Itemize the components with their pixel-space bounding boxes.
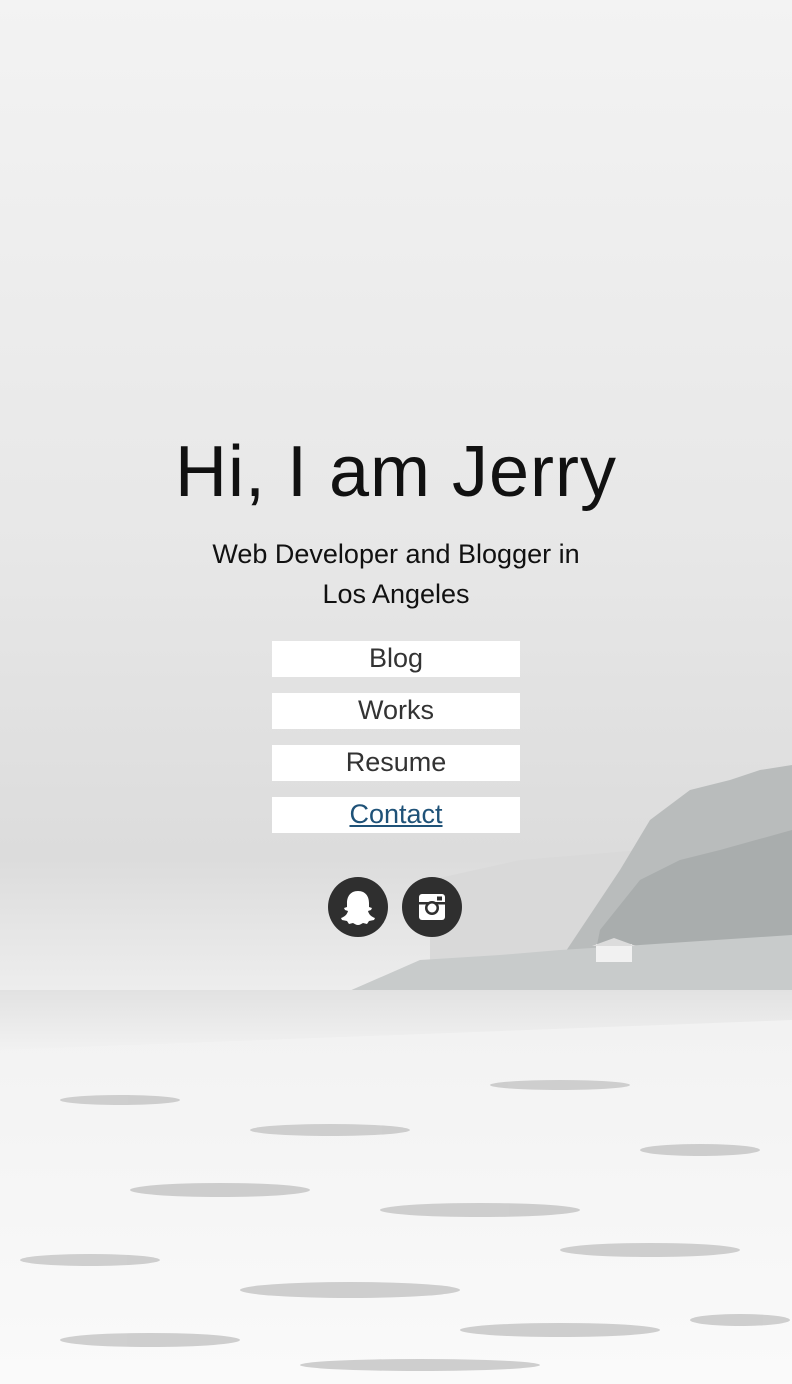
nav-link-contact[interactable]: Contact bbox=[272, 797, 520, 833]
page-title: Hi, I am Jerry bbox=[174, 432, 618, 512]
main-nav: Blog Works Resume Contact bbox=[272, 641, 520, 849]
instagram-link[interactable] bbox=[402, 877, 462, 937]
nav-link-resume[interactable]: Resume bbox=[272, 745, 520, 781]
page-subtitle: Web Developer and Blogger in Los Angeles bbox=[212, 539, 580, 609]
instagram-icon bbox=[419, 894, 445, 920]
nav-link-blog[interactable]: Blog bbox=[272, 641, 520, 677]
snapchat-icon bbox=[341, 891, 375, 925]
social-links bbox=[328, 877, 464, 937]
nav-link-works[interactable]: Works bbox=[272, 693, 520, 729]
snapchat-link[interactable] bbox=[328, 877, 388, 937]
landing-page: Hi, I am Jerry Web Developer and Blogger… bbox=[0, 0, 792, 1384]
